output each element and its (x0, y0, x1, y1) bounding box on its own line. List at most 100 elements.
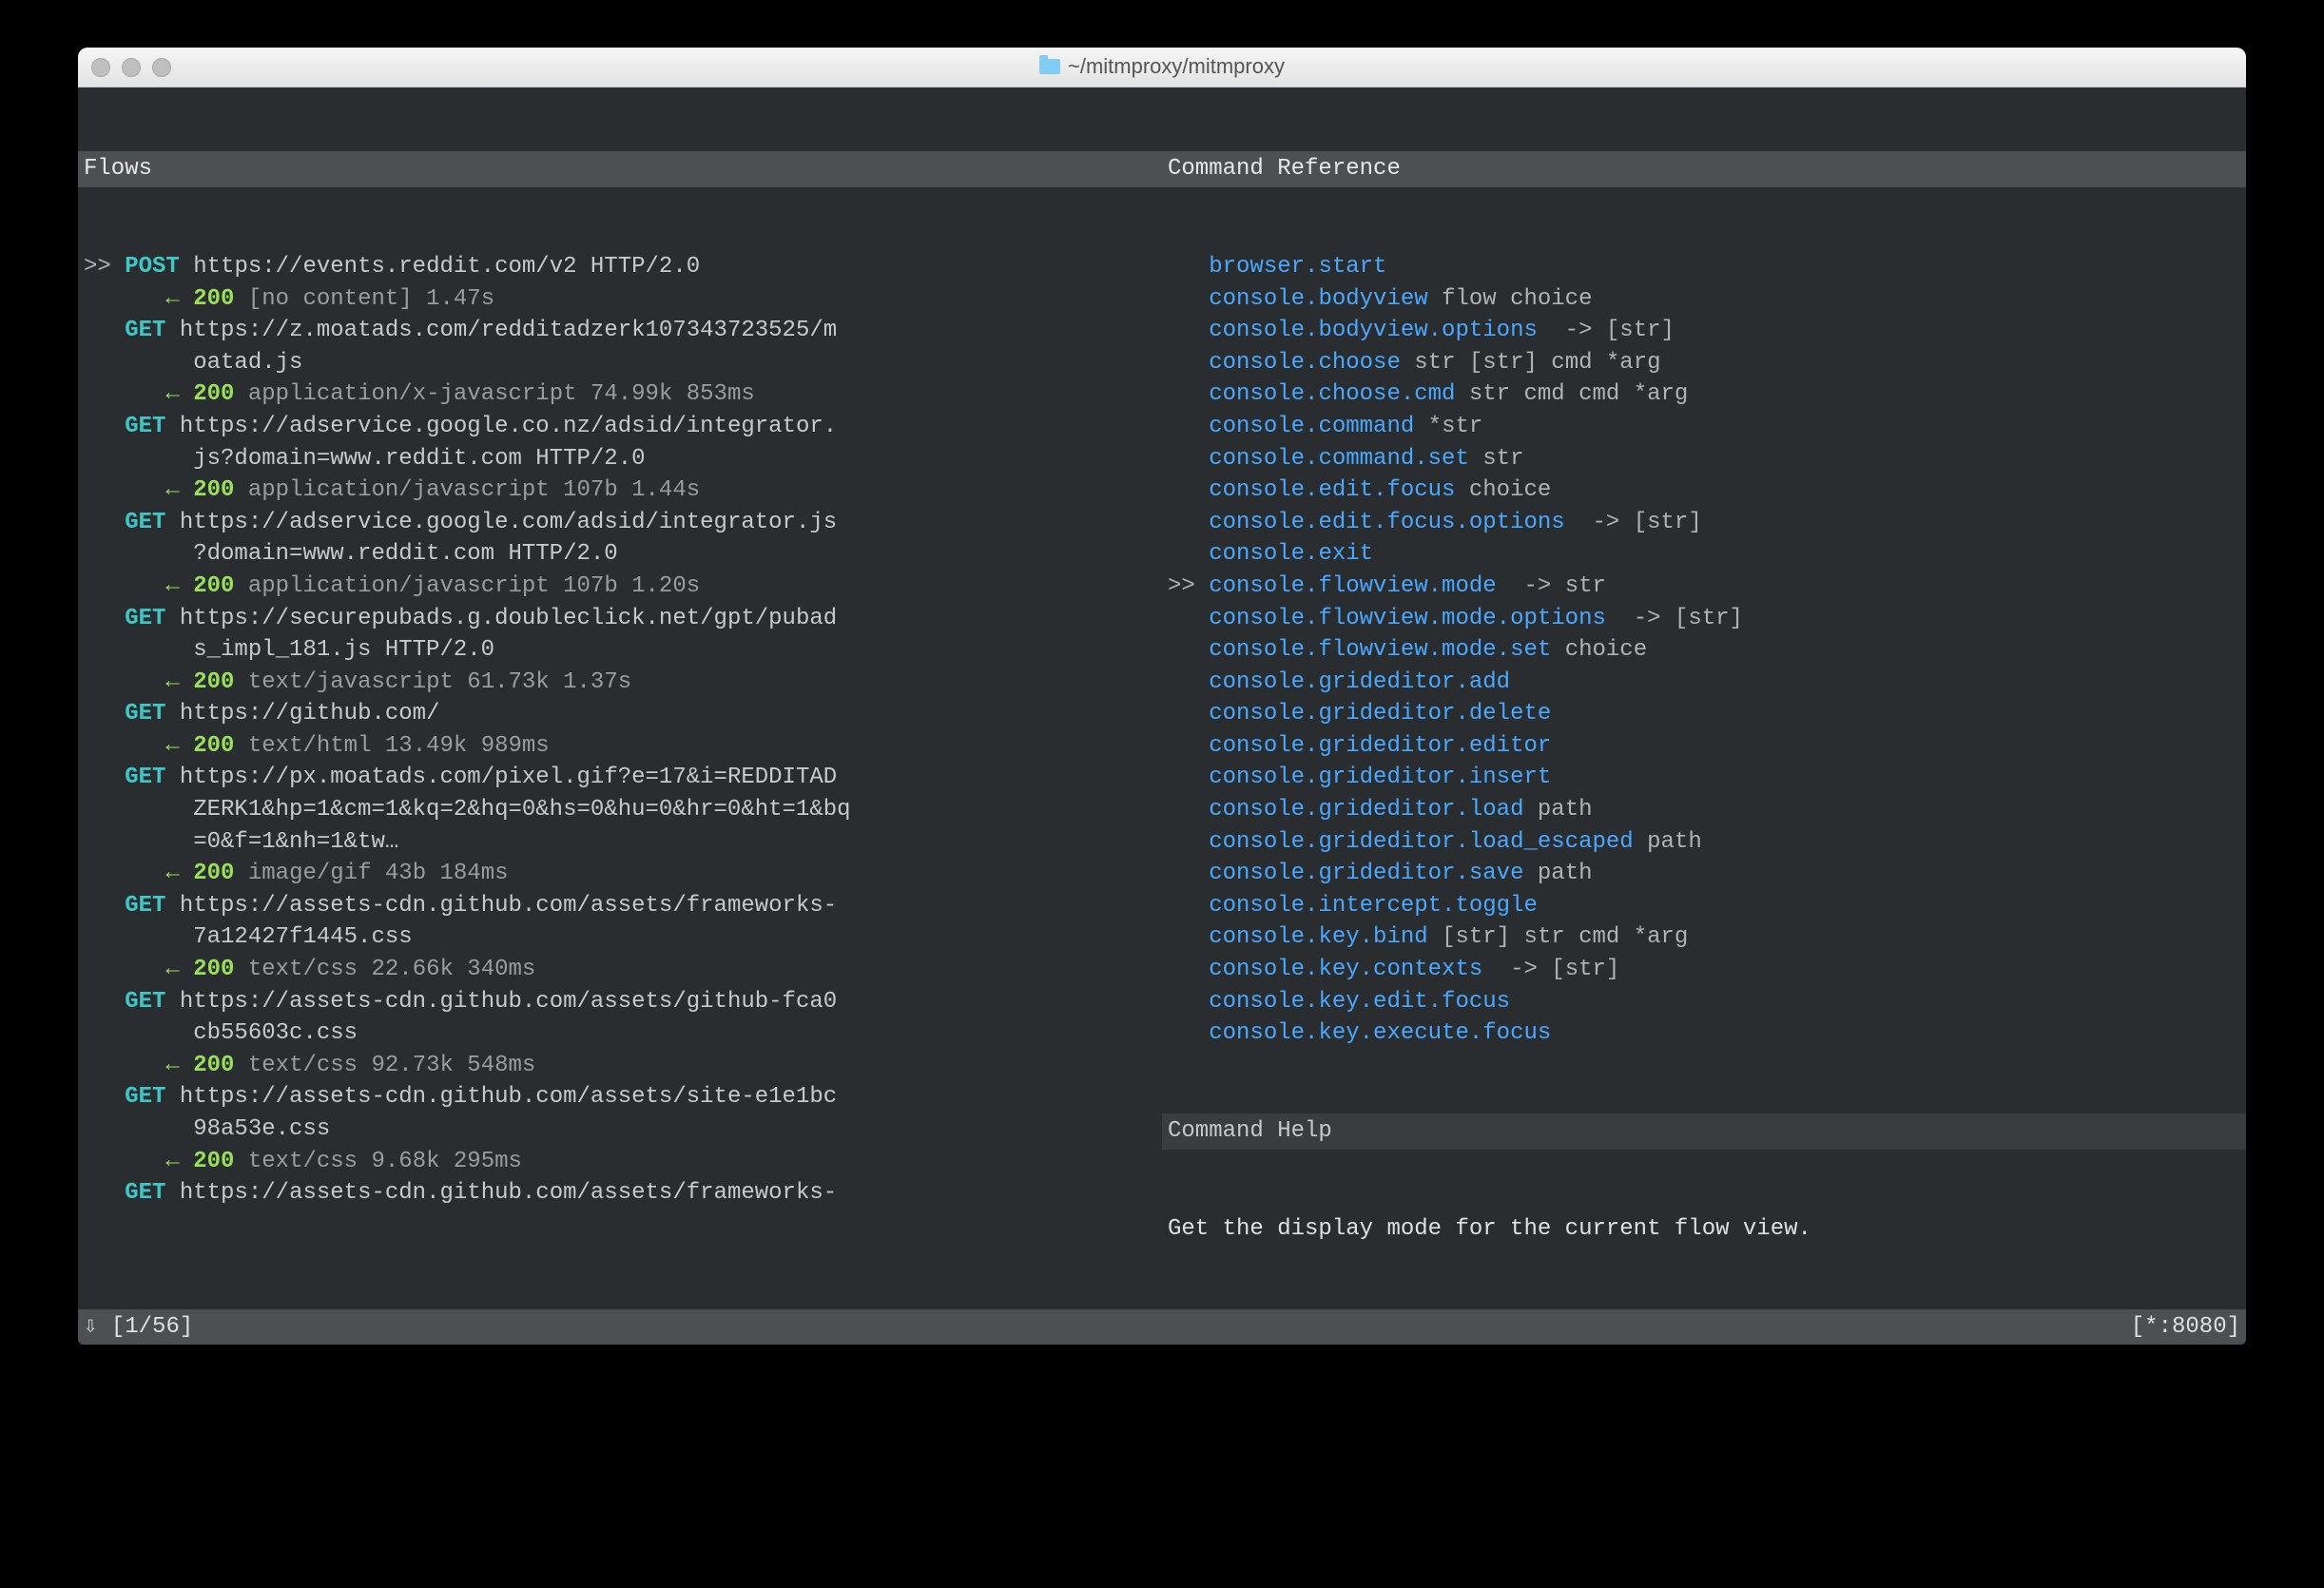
command-name: console.grideditor.delete (1209, 701, 1551, 726)
command-args: path (1647, 829, 1702, 855)
command-row[interactable]: console.edit.focus choice (1162, 474, 2246, 507)
command-row[interactable]: console.flowview.mode.set choice (1162, 634, 2246, 667)
command-row[interactable]: console.grideditor.add (1162, 667, 2246, 699)
command-row[interactable]: console.command.set str (1162, 443, 2246, 475)
http-method: GET (125, 414, 165, 439)
command-name: console.flowview.mode.options (1209, 606, 1606, 631)
flow-response: ← 200 application/x-javascript 74.99k 85… (78, 378, 1162, 411)
zoom-icon[interactable] (152, 58, 171, 77)
response-code: 200 (193, 477, 234, 503)
flow-row[interactable]: GET https://securepubads.g.doubleclick.n… (78, 603, 1162, 635)
flow-url: https://adservice.google.co.nz/adsid/int… (180, 414, 837, 439)
http-method: GET (125, 606, 165, 631)
command-args: choice (1565, 637, 1647, 663)
flow-row[interactable]: GET https://assets-cdn.github.com/assets… (78, 1081, 1162, 1114)
command-ref-header: Command Reference (1162, 151, 2246, 187)
window-title: ~/mitmproxy/mitmproxy (1039, 52, 1285, 82)
command-row[interactable]: console.grideditor.delete (1162, 698, 2246, 730)
flow-row[interactable]: GET https://adservice.google.co.nz/adsid… (78, 411, 1162, 443)
command-return: -> [str] (1510, 957, 1619, 982)
command-row[interactable]: console.grideditor.editor (1162, 730, 2246, 763)
command-row[interactable]: console.edit.focus.options -> [str] (1162, 507, 2246, 539)
command-name: console.bodyview.options (1209, 318, 1538, 343)
http-method: GET (125, 1084, 165, 1110)
command-args: [str] str cmd *arg (1442, 924, 1688, 950)
response-arrow-icon: ← (152, 286, 193, 312)
flow-row[interactable]: GET https://px.moatads.com/pixel.gif?e=1… (78, 762, 1162, 794)
command-row[interactable]: console.flowview.mode.options -> [str] (1162, 603, 2246, 635)
command-row[interactable]: console.bodyview flow choice (1162, 283, 2246, 316)
command-name: console.edit.focus.options (1209, 510, 1564, 535)
command-row[interactable]: console.key.bind [str] str cmd *arg (1162, 921, 2246, 954)
http-method: POST (125, 254, 180, 280)
command-row[interactable]: console.grideditor.insert (1162, 762, 2246, 794)
titlebar: ~/mitmproxy/mitmproxy (78, 48, 2246, 87)
close-icon[interactable] (91, 58, 110, 77)
command-help-header: Command Help (1162, 1114, 2246, 1150)
response-code: 200 (193, 669, 234, 695)
terminal-body: Flows >> POST https://events.reddit.com/… (78, 87, 2246, 1345)
command-row[interactable]: >> console.flowview.mode -> str (1162, 571, 2246, 603)
response-arrow-icon: ← (152, 381, 193, 407)
command-row[interactable]: console.exit (1162, 538, 2246, 571)
command-marker (1168, 893, 1195, 919)
command-row[interactable]: console.choose str [str] cmd *arg (1162, 347, 2246, 379)
command-row[interactable]: console.choose.cmd str cmd cmd *arg (1162, 378, 2246, 411)
flow-url-cont: oatad.js (78, 347, 1162, 379)
flow-row[interactable]: GET https://assets-cdn.github.com/assets… (78, 1177, 1162, 1210)
flow-row[interactable]: GET https://assets-cdn.github.com/assets… (78, 986, 1162, 1018)
flow-url-cont: s_impl_181.js HTTP/2.0 (78, 634, 1162, 667)
command-marker (1168, 957, 1195, 982)
command-args: path (1538, 797, 1593, 823)
flow-marker (84, 510, 111, 535)
flow-marker (84, 1180, 111, 1206)
command-row[interactable]: console.key.execute.focus (1162, 1017, 2246, 1050)
response-code: 200 (193, 1053, 234, 1078)
command-args: flow choice (1442, 286, 1592, 312)
flows-list[interactable]: >> POST https://events.reddit.com/v2 HTT… (78, 251, 1162, 1210)
flow-url-cont: js?domain=www.reddit.com HTTP/2.0 (78, 443, 1162, 475)
response-meta: text/css 9.68k 295ms (248, 1149, 522, 1174)
response-arrow-icon: ← (152, 1149, 193, 1174)
command-marker (1168, 989, 1195, 1015)
flow-url: https://securepubads.g.doubleclick.net/g… (180, 606, 837, 631)
flow-row[interactable]: GET https://github.com/ (78, 698, 1162, 730)
command-pane[interactable]: Command Reference browser.start console.… (1162, 87, 2246, 1309)
flow-row[interactable]: >> POST https://events.reddit.com/v2 HTT… (78, 251, 1162, 283)
flow-row[interactable]: GET https://adservice.google.com/adsid/i… (78, 507, 1162, 539)
response-meta: image/gif 43b 184ms (248, 861, 509, 886)
command-row[interactable]: console.intercept.toggle (1162, 890, 2246, 922)
command-row[interactable]: console.bodyview.options -> [str] (1162, 315, 2246, 347)
folder-icon (1039, 59, 1060, 74)
http-method: GET (125, 765, 165, 790)
command-name: console.key.edit.focus (1209, 989, 1510, 1015)
flows-pane[interactable]: Flows >> POST https://events.reddit.com/… (78, 87, 1162, 1309)
command-name: console.key.contexts (1209, 957, 1482, 982)
command-row[interactable]: console.key.contexts -> [str] (1162, 954, 2246, 986)
command-row[interactable]: console.key.edit.focus (1162, 986, 2246, 1018)
command-row[interactable]: console.command *str (1162, 411, 2246, 443)
command-name: console.key.execute.focus (1209, 1020, 1551, 1046)
command-row[interactable]: console.grideditor.load path (1162, 794, 2246, 826)
response-meta: text/css 92.73k 548ms (248, 1053, 535, 1078)
flow-url-cont: 98a53e.css (78, 1114, 1162, 1146)
command-row[interactable]: console.grideditor.load_escaped path (1162, 826, 2246, 859)
minimize-icon[interactable] (122, 58, 141, 77)
command-marker (1168, 765, 1195, 790)
command-row[interactable]: console.grideditor.save path (1162, 858, 2246, 890)
flow-row[interactable]: GET https://assets-cdn.github.com/assets… (78, 890, 1162, 922)
response-meta: [no content] 1.47s (248, 286, 494, 312)
status-right: [*:8080] (2131, 1311, 2240, 1344)
http-method: GET (125, 701, 165, 726)
command-return: -> str (1523, 573, 1605, 599)
flow-row[interactable]: GET https://z.moatads.com/redditadzerk10… (78, 315, 1162, 347)
command-return: -> [str] (1634, 606, 1743, 631)
command-name: console.grideditor.add (1209, 669, 1510, 695)
command-list[interactable]: browser.start console.bodyview flow choi… (1162, 251, 2246, 1050)
command-row[interactable]: browser.start (1162, 251, 2246, 283)
response-meta: text/javascript 61.73k 1.37s (248, 669, 631, 695)
response-arrow-icon: ← (152, 477, 193, 503)
flow-url: https://adservice.google.com/adsid/integ… (180, 510, 837, 535)
command-marker (1168, 350, 1195, 376)
response-code: 200 (193, 573, 234, 599)
